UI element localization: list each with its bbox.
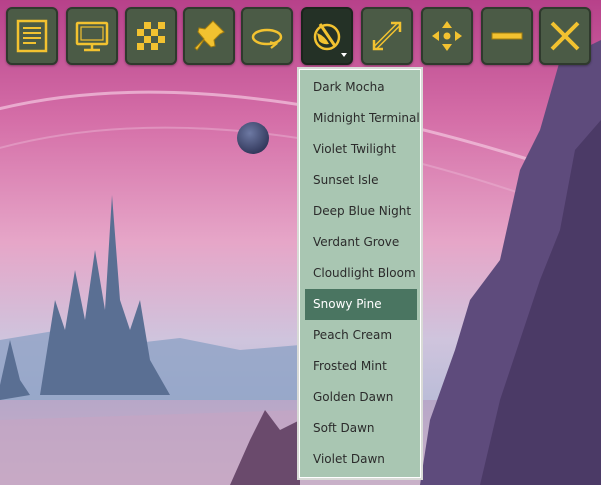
transparency-button[interactable] <box>125 7 177 65</box>
menu-item-theme[interactable]: Peach Cream <box>305 320 417 351</box>
menu-item-theme[interactable]: Violet Twilight <box>305 134 417 165</box>
menu-item-theme[interactable]: Cloudlight Bloom <box>305 258 417 289</box>
menu-item-theme[interactable]: Deep Blue Night <box>305 196 417 227</box>
menu-item-theme[interactable]: Violet Dawn <box>305 444 417 475</box>
move-button[interactable] <box>421 7 473 65</box>
list-panel-button[interactable] <box>6 7 58 65</box>
toolbar <box>0 0 601 70</box>
menu-item-theme-selected[interactable]: Snowy Pine <box>305 289 417 320</box>
minimize-icon <box>491 32 523 40</box>
monitor-button[interactable] <box>66 7 118 65</box>
menu-item-theme[interactable]: Soft Dawn <box>305 413 417 444</box>
monitor-icon <box>75 21 109 52</box>
menu-item-theme[interactable]: Verdant Grove <box>305 227 417 258</box>
chevron-down-icon <box>341 53 347 57</box>
close-button[interactable] <box>539 7 591 65</box>
minimize-button[interactable] <box>481 7 533 65</box>
menu-item-theme[interactable]: Dark Mocha <box>305 72 417 103</box>
menu-item-theme[interactable]: Midnight Terminal <box>305 103 420 134</box>
theme-button[interactable] <box>301 7 353 65</box>
rotate-loop-icon <box>251 28 283 49</box>
checkerboard-icon <box>137 22 165 50</box>
menu-item-theme[interactable]: Golden Dawn <box>305 382 417 413</box>
move-arrows-icon <box>432 21 462 51</box>
theme-dropdown-menu: Dark Mocha Midnight Terminal Violet Twil… <box>299 69 421 478</box>
close-icon <box>550 21 580 51</box>
menu-item-theme[interactable]: Sunset Isle <box>305 165 417 196</box>
pushpin-icon <box>194 20 225 51</box>
menu-item-theme[interactable]: Frosted Mint <box>305 351 417 382</box>
list-panel-icon <box>16 19 48 53</box>
pin-button[interactable] <box>183 7 235 65</box>
resize-diagonal-icon <box>372 21 402 51</box>
rotate-button[interactable] <box>241 7 293 65</box>
resize-button[interactable] <box>361 7 413 65</box>
theme-palette-icon <box>313 23 341 51</box>
